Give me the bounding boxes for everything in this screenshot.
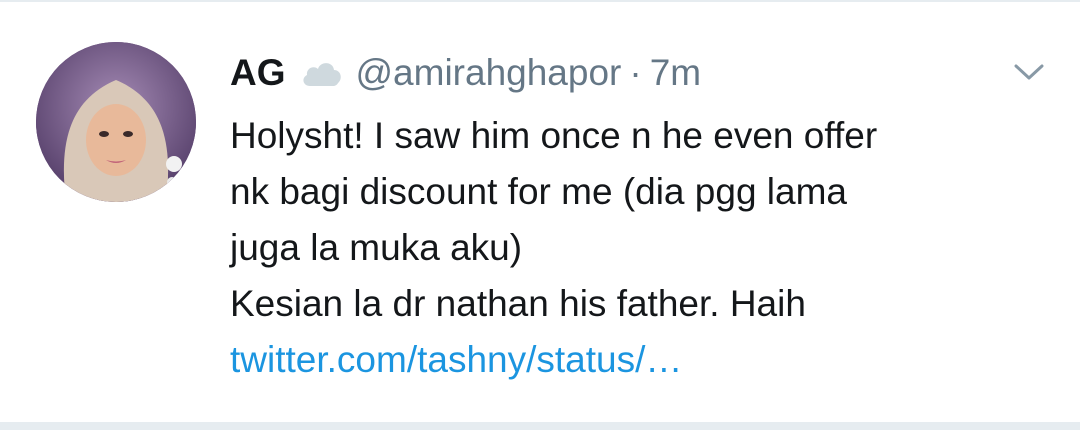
- avatar[interactable]: [36, 42, 196, 202]
- tweet-text: Holysht! I saw him once n he even offer …: [230, 108, 1050, 388]
- tweet-text-line: Holysht! I saw him once n he even offer: [230, 115, 878, 156]
- chevron-down-icon[interactable]: [1012, 60, 1046, 84]
- tweet-card[interactable]: AG @amirahghapor · 7m Holysht! I saw him…: [0, 0, 1080, 422]
- tweet-text-line: juga la muka aku): [230, 227, 523, 268]
- tweet-header: AG @amirahghapor · 7m: [230, 48, 701, 98]
- tweet-link[interactable]: twitter.com/tashny/status/…: [230, 339, 682, 380]
- tweet-text-line: Kesian la dr nathan his father. Haih: [230, 283, 806, 324]
- user-handle[interactable]: @amirahghapor: [356, 52, 622, 94]
- cloud-icon: [300, 56, 344, 90]
- bottom-divider: [0, 422, 1080, 430]
- display-name[interactable]: AG: [230, 52, 286, 94]
- avatar-image: [36, 42, 196, 202]
- separator-dot: ·: [629, 52, 642, 93]
- tweet-text-line: nk bagi discount for me (dia pgg lama: [230, 171, 848, 212]
- timestamp[interactable]: 7m: [650, 52, 701, 94]
